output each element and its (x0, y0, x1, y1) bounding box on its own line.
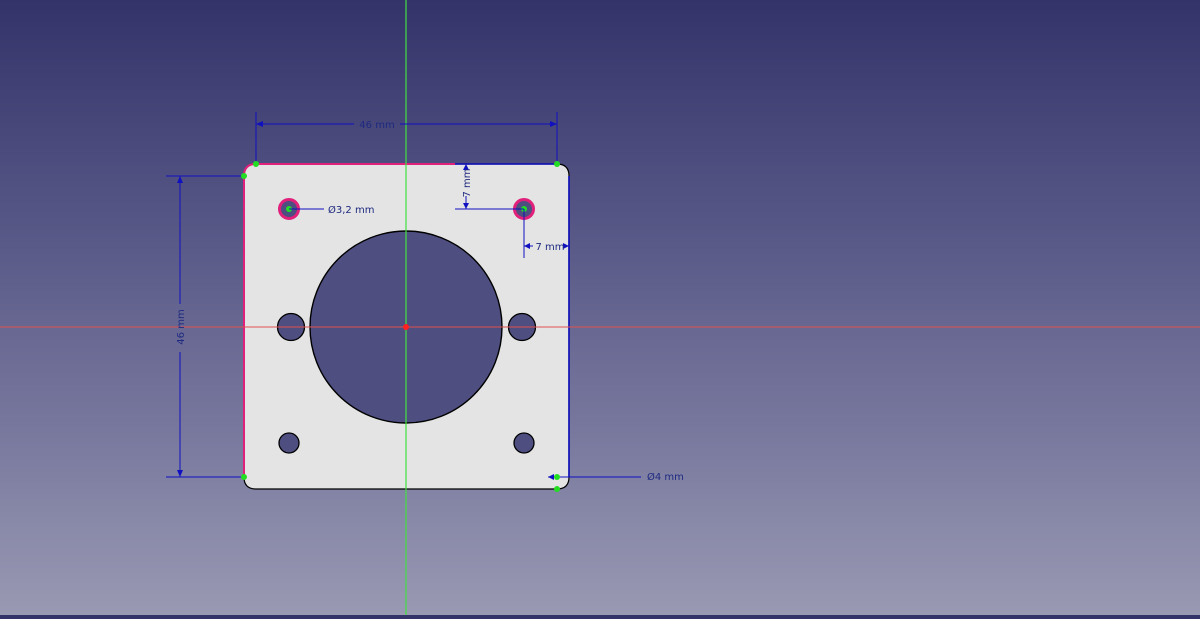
3d-viewport[interactable]: 46 mm 46 mm Ø3,2 mm 7 mm 7 mm Ø4 mm (0, 0, 1200, 615)
bottom-hole-right[interactable] (513, 432, 535, 454)
vertex-top-right[interactable] (554, 161, 560, 167)
vertex-top-left[interactable] (253, 161, 259, 167)
dimension-width-label[interactable]: 46 mm (359, 120, 394, 131)
origin-point (403, 324, 409, 330)
vertex-corner-center[interactable] (554, 474, 560, 480)
dimension-corner-radius-label[interactable]: Ø4 mm (647, 471, 684, 483)
bottom-hole-left[interactable] (278, 432, 300, 454)
sketch-canvas[interactable]: 46 mm 46 mm Ø3,2 mm 7 mm 7 mm Ø4 mm (0, 0, 1200, 615)
dimension-horizontal-offset-label[interactable]: 7 mm (535, 242, 564, 253)
dimension-hole-diameter-label[interactable]: Ø3,2 mm (328, 204, 374, 216)
vertex-bottom-right[interactable] (554, 486, 560, 492)
dimension-vertical-offset-label[interactable]: 7 mm (462, 168, 473, 197)
dimension-height-label[interactable]: 46 mm (176, 309, 187, 344)
vertex-left-bottom[interactable] (241, 474, 247, 480)
vertex-left-top[interactable] (241, 173, 247, 179)
